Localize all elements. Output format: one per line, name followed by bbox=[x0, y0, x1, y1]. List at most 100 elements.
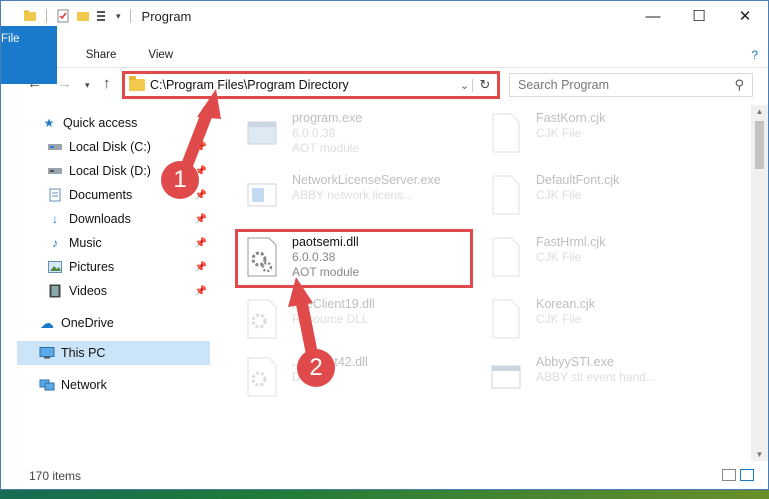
nav-label: Downloads bbox=[69, 212, 131, 226]
navigation-pane: ★ Quick access Local Disk (C:) 📌 Local D… bbox=[1, 105, 216, 461]
exe-icon bbox=[240, 173, 284, 217]
file-item[interactable]: AbbyySTI.exe ABBY sti event hand... bbox=[484, 349, 724, 407]
drive-icon bbox=[47, 163, 63, 179]
nav-item-local-disk-c[interactable]: Local Disk (C:) 📌 bbox=[47, 135, 207, 159]
nav-item-music[interactable]: ♪ Music 📌 bbox=[47, 231, 207, 255]
file-description: ABBY sti event hand... bbox=[536, 370, 656, 384]
document-icon bbox=[484, 111, 528, 155]
address-bar[interactable]: C:\Program Files\Program Directory ⌄ ↻ bbox=[122, 71, 500, 99]
folder-icon bbox=[24, 10, 36, 21]
ribbon-tabs: File Home Share View ? bbox=[1, 25, 768, 84]
file-item[interactable]: NetworkLicenseServer.exe ABBY network lic… bbox=[240, 167, 480, 225]
documents-icon bbox=[47, 187, 63, 203]
help-icon[interactable]: ? bbox=[751, 48, 758, 62]
pin-icon[interactable]: 📌 bbox=[195, 286, 207, 297]
nav-label: Videos bbox=[69, 284, 107, 298]
drive-icon bbox=[47, 139, 63, 155]
up-arrow-icon[interactable]: ↑ bbox=[103, 75, 111, 92]
scrollbar-thumb[interactable] bbox=[755, 121, 764, 169]
exe-icon bbox=[240, 111, 284, 155]
file-item[interactable]: ...tClient42.dllDLL bbox=[240, 349, 480, 407]
forward-arrow-icon[interactable]: → bbox=[57, 75, 72, 92]
nav-label: Local Disk (D:) bbox=[69, 164, 151, 178]
title-bar: ▾ Program — ☐ ✕ bbox=[1, 1, 768, 31]
file-type: CJK File bbox=[536, 250, 582, 264]
computer-icon bbox=[39, 345, 55, 361]
address-row: ← → ▾ ↑ C:\Program Files\Program Directo… bbox=[1, 71, 768, 99]
pin-icon[interactable]: 📌 bbox=[195, 190, 207, 201]
close-button[interactable]: ✕ bbox=[722, 1, 768, 31]
file-name: Korean.cjk bbox=[536, 297, 596, 311]
pin-icon[interactable]: 📌 bbox=[195, 262, 207, 273]
status-bar: 170 items bbox=[1, 463, 768, 489]
nav-item-onedrive[interactable]: ☁ OneDrive bbox=[39, 311, 207, 335]
file-description: ABBY network licens... bbox=[292, 188, 414, 202]
nav-item-videos[interactable]: Videos 📌 bbox=[47, 279, 207, 303]
item-count: 170 items bbox=[29, 469, 82, 483]
search-input[interactable]: Search Program ⚲ bbox=[509, 73, 753, 97]
nav-item-network[interactable]: Network bbox=[39, 373, 207, 397]
new-folder-icon[interactable] bbox=[76, 9, 90, 23]
scroll-down-icon[interactable]: ▼ bbox=[751, 450, 768, 459]
minimize-button[interactable]: — bbox=[630, 1, 676, 31]
large-icons-view-icon[interactable] bbox=[740, 469, 754, 481]
callout-badge-1: 1 bbox=[161, 161, 199, 199]
pin-icon[interactable]: 📌 bbox=[195, 214, 207, 225]
address-path[interactable]: C:\Program Files\Program Directory bbox=[150, 78, 457, 92]
file-type: CJK File bbox=[536, 312, 582, 326]
chevron-down-icon[interactable]: ⌄ bbox=[457, 78, 473, 92]
file-item[interactable]: Korean.cjk CJK File bbox=[484, 291, 724, 349]
document-icon bbox=[484, 173, 528, 217]
search-icon[interactable]: ⚲ bbox=[734, 77, 744, 93]
recent-locations-icon[interactable]: ▾ bbox=[85, 80, 90, 91]
nav-label: Quick access bbox=[63, 116, 138, 130]
nav-item-this-pc[interactable]: This PC bbox=[17, 341, 210, 365]
file-description: AOT module bbox=[292, 141, 360, 155]
nav-label: Pictures bbox=[69, 260, 115, 274]
view-toggle bbox=[722, 469, 754, 481]
details-view-icon[interactable] bbox=[722, 469, 736, 481]
cloud-icon: ☁ bbox=[40, 314, 54, 331]
file-item[interactable]: FastKorn.cjk CJK File bbox=[484, 105, 724, 163]
nav-label: Documents bbox=[69, 188, 133, 202]
nav-item-downloads[interactable]: ↓ Downloads 📌 bbox=[47, 207, 207, 231]
pin-icon[interactable]: 📌 bbox=[195, 238, 207, 249]
pin-icon[interactable]: 📌 bbox=[195, 142, 207, 153]
customize-toolbar-icon[interactable] bbox=[96, 9, 110, 23]
music-icon: ♪ bbox=[52, 236, 58, 250]
exe-icon bbox=[484, 355, 528, 399]
dll-gear-icon bbox=[240, 297, 284, 341]
nav-label: OneDrive bbox=[61, 316, 114, 330]
scroll-up-icon[interactable]: ▲ bbox=[751, 107, 768, 116]
toolbar-divider bbox=[46, 9, 47, 23]
videos-icon bbox=[47, 283, 63, 299]
tab-share[interactable]: Share bbox=[70, 42, 133, 68]
file-item[interactable]: FastHrml.cjk CJK File bbox=[484, 229, 724, 287]
search-placeholder: Search Program bbox=[518, 78, 610, 92]
file-description: Resource DLL bbox=[292, 312, 369, 326]
file-name: FastHrml.cjk bbox=[536, 235, 606, 249]
file-item[interactable]: DefaultFont.cjk CJK File bbox=[484, 167, 724, 225]
file-item[interactable]: program.exe 6.0.0.38 AOT module bbox=[240, 105, 480, 163]
file-item[interactable]: ...teClient19.dll Resource DLL bbox=[240, 291, 480, 349]
file-name: DefaultFont.cjk bbox=[536, 173, 620, 187]
chevron-down-icon[interactable]: ▾ bbox=[116, 11, 121, 22]
callout-badge-2: 2 bbox=[297, 349, 335, 387]
network-icon bbox=[39, 377, 55, 393]
vertical-scrollbar[interactable]: ▲ ▼ bbox=[751, 105, 768, 461]
dll-gear-icon bbox=[240, 355, 284, 399]
back-arrow-icon[interactable]: ← bbox=[27, 75, 42, 92]
refresh-icon[interactable]: ↻ bbox=[473, 77, 497, 93]
file-type: CJK File bbox=[536, 188, 582, 202]
star-icon: ★ bbox=[43, 116, 55, 130]
nav-item-pictures[interactable]: Pictures 📌 bbox=[47, 255, 207, 279]
nav-quick-access[interactable]: ★ Quick access bbox=[41, 111, 207, 135]
file-version: 6.0.0.38 bbox=[292, 126, 336, 140]
file-name: FastKorn.cjk bbox=[536, 111, 606, 125]
document-icon bbox=[484, 235, 528, 279]
properties-icon[interactable] bbox=[56, 9, 70, 23]
document-icon bbox=[484, 297, 528, 341]
maximize-button[interactable]: ☐ bbox=[676, 1, 722, 31]
tab-view[interactable]: View bbox=[132, 42, 189, 68]
nav-label: Local Disk (C:) bbox=[69, 140, 151, 154]
